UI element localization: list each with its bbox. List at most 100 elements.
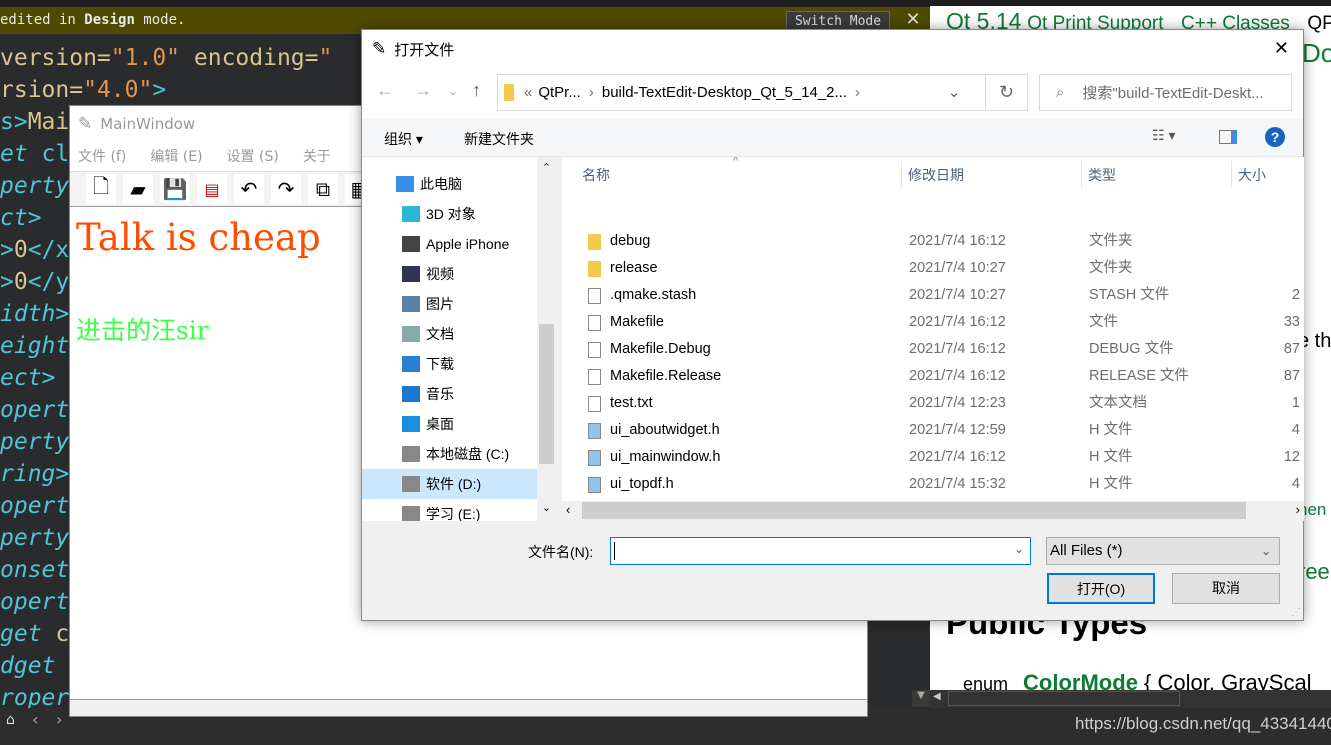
organize-button[interactable]: 组织 ▾: [384, 129, 423, 149]
file-type: 文件: [1089, 314, 1118, 330]
redo-icon[interactable]: ↷: [271, 174, 301, 204]
view-options-icon[interactable]: ☷ ▾: [1152, 127, 1175, 144]
file-row[interactable]: ui_topdf.h 2021/7/4 15:32 H 文件 4: [562, 471, 1304, 498]
open-button[interactable]: 打开(O): [1047, 573, 1155, 604]
music-icon: [402, 386, 420, 402]
documents-icon: [402, 326, 420, 342]
cancel-button[interactable]: 取消: [1172, 573, 1280, 604]
file-icon: [588, 315, 601, 331]
editor-text-line-1[interactable]: Talk is cheap: [76, 216, 321, 259]
code-token: et: [0, 141, 42, 167]
file-row[interactable]: debug 2021/7/4 16:12 文件夹: [562, 228, 1304, 255]
column-type[interactable]: 类型: [1081, 161, 1231, 189]
file-date: 2021/7/4 12:23: [909, 395, 1006, 411]
file-type-filter[interactable]: All Files (*) ⌄: [1046, 537, 1280, 565]
code-token: cl: [41, 141, 70, 167]
file-row[interactable]: Makefile 2021/7/4 16:12 文件 33: [562, 309, 1304, 336]
clean-icon[interactable]: ⌂: [6, 712, 15, 728]
nav-item[interactable]: 学习 (E:): [362, 499, 537, 521]
nav-item[interactable]: 文档: [362, 319, 537, 349]
prev-icon[interactable]: ‹: [32, 710, 38, 729]
code-token: ring>: [0, 461, 70, 487]
column-date[interactable]: 修改日期: [901, 161, 1081, 189]
help-icon[interactable]: ?: [1265, 127, 1285, 147]
menu-about[interactable]: 关于: [303, 146, 331, 166]
scroll-right-icon[interactable]: ›: [1296, 502, 1300, 517]
address-bar[interactable]: « QtPr... › build-TextEdit-Desktop_Qt_5_…: [497, 74, 1028, 111]
scroll-up-icon[interactable]: ⌃: [537, 161, 556, 174]
scroll-down-icon[interactable]: ⌄: [537, 501, 556, 514]
file-row[interactable]: release 2021/7/4 10:27 文件夹: [562, 255, 1304, 282]
filename-input[interactable]: ⌄: [610, 537, 1031, 565]
address-dropdown-icon[interactable]: ⌄: [933, 75, 975, 110]
scroll-left-icon[interactable]: ‹: [566, 502, 570, 517]
docs-hscrollbar[interactable]: ◀: [930, 690, 1331, 708]
save-icon[interactable]: 💾: [160, 174, 190, 204]
up-icon[interactable]: ↑: [472, 80, 481, 101]
scroll-left-icon[interactable]: ◀: [933, 691, 947, 707]
banner-text-end: mode.: [134, 12, 186, 28]
undo-icon[interactable]: ↶: [234, 174, 264, 204]
search-input[interactable]: ⌕ 搜索"build-TextEdit-Deskt...: [1039, 74, 1292, 111]
back-icon[interactable]: ←: [376, 80, 394, 101]
file-row[interactable]: test.txt 2021/7/4 12:23 文本文档 1: [562, 390, 1304, 417]
editor-text-line-2[interactable]: 进击的汪sir: [76, 311, 209, 347]
file-row[interactable]: Makefile.Debug 2021/7/4 16:12 DEBUG 文件 87: [562, 336, 1304, 363]
resize-grip-icon[interactable]: ⋰: [1291, 607, 1301, 618]
menu-settings[interactable]: 设置 (S): [227, 146, 279, 166]
nav-item[interactable]: 桌面: [362, 409, 537, 439]
nav-item[interactable]: 软件 (D:): [362, 469, 537, 499]
new-file-icon[interactable]: 🗋: [86, 174, 116, 204]
nav-item[interactable]: 3D 对象: [362, 199, 537, 229]
file-icon: [588, 342, 601, 358]
file-row[interactable]: .qmake.stash 2021/7/4 10:27 STASH 文件 2: [562, 282, 1304, 309]
address-crumb-current[interactable]: build-TextEdit-Desktop_Qt_5_14_2...: [602, 84, 847, 101]
phone-icon: [402, 236, 420, 252]
file-row[interactable]: ui_mainwindow.h 2021/7/4 16:12 H 文件 12: [562, 444, 1304, 471]
text-cursor: [614, 542, 615, 560]
banner-text: edited in: [0, 12, 85, 28]
code-line: roper: [0, 682, 69, 708]
column-name[interactable]: 名称: [576, 161, 901, 189]
nav-item[interactable]: 图片: [362, 289, 537, 319]
menu-file[interactable]: 文件 (f): [78, 146, 126, 166]
refresh-icon[interactable]: ↻: [985, 75, 1027, 110]
scroll-down-icon[interactable]: ▼: [912, 690, 930, 707]
address-overflow[interactable]: «: [524, 84, 532, 101]
nav-item[interactable]: 本地磁盘 (C:): [362, 439, 537, 469]
column-size[interactable]: 大小: [1231, 161, 1304, 189]
open-folder-icon[interactable]: ▰: [123, 174, 153, 204]
forward-icon[interactable]: →: [414, 80, 432, 101]
file-date: 2021/7/4 16:12: [909, 341, 1006, 357]
recent-dropdown-icon[interactable]: ⌄: [448, 84, 458, 98]
nav-item[interactable]: 视频: [362, 259, 537, 289]
next-icon[interactable]: ›: [56, 710, 62, 729]
preview-pane-icon[interactable]: [1219, 130, 1237, 144]
banner-close-icon[interactable]: ✕: [902, 9, 924, 31]
file-row[interactable]: ui_aboutwidget.h 2021/7/4 12:59 H 文件 4: [562, 417, 1304, 444]
drive-icon: [402, 476, 420, 492]
nav-item[interactable]: Apple iPhone: [362, 229, 537, 259]
pdf-icon[interactable]: ▤: [197, 174, 227, 204]
scroll-thumb[interactable]: [948, 691, 1180, 706]
nav-item[interactable]: 下载: [362, 349, 537, 379]
enum-name-link[interactable]: ColorMode: [1023, 670, 1138, 690]
file-size: 12: [1283, 449, 1300, 465]
file-row[interactable]: Makefile.Release 2021/7/4 16:12 RELEASE 文件…: [562, 363, 1304, 390]
hscroll-thumb[interactable]: [582, 502, 1246, 519]
copy-icon[interactable]: ⧉: [308, 174, 338, 204]
crumb-separator-icon[interactable]: ›: [855, 84, 860, 101]
nav-item[interactable]: 此电脑: [362, 169, 537, 199]
menu-edit[interactable]: 编辑 (E): [150, 146, 202, 166]
file-list-hscrollbar[interactable]: ‹ ›: [562, 501, 1304, 521]
code-token: ": [318, 45, 333, 71]
nav-scroll-thumb[interactable]: [539, 324, 554, 464]
nav-scrollbar[interactable]: ⌃ ⌄: [537, 157, 556, 521]
dialog-close-icon[interactable]: ✕: [1274, 38, 1289, 59]
new-folder-button[interactable]: 新建文件夹: [464, 129, 534, 149]
file-name: release: [610, 260, 658, 276]
filename-dropdown-icon[interactable]: ⌄: [1014, 542, 1024, 556]
nav-item[interactable]: 音乐: [362, 379, 537, 409]
address-crumb[interactable]: QtPr...: [538, 84, 581, 101]
crumb-separator-icon[interactable]: ›: [589, 84, 594, 101]
